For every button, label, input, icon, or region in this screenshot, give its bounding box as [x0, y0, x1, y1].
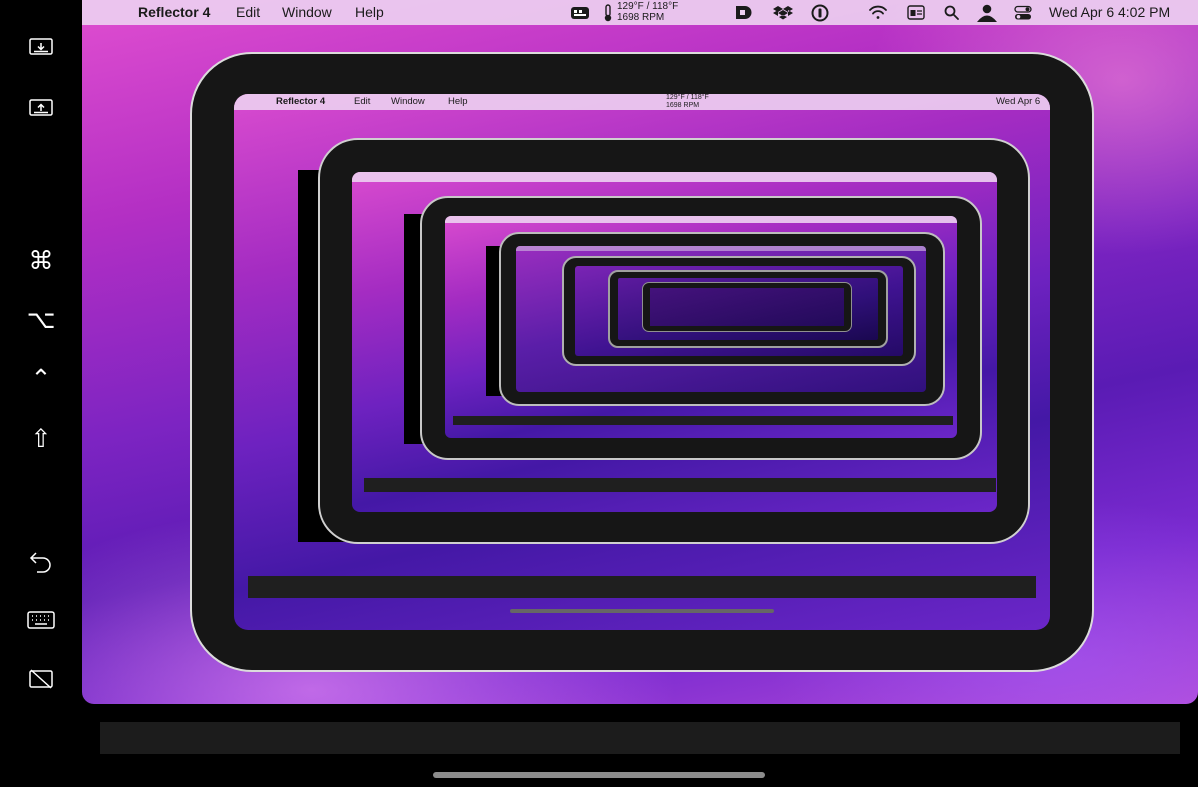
home-indicator[interactable] [433, 772, 765, 778]
command-key-icon: ⌘ [28, 245, 54, 275]
user-account-icon[interactable] [975, 4, 999, 22]
command-key-button[interactable]: ⌘ [20, 243, 62, 277]
mirrored-temperature-value: 129°F / 118°F [666, 94, 709, 101]
receive-screen-button[interactable] [20, 30, 62, 64]
hide-display-button[interactable] [20, 662, 62, 696]
control-key-icon: ⌃ [30, 363, 52, 393]
keyboard-button[interactable] [20, 603, 62, 637]
shift-key-icon: ⇧ [30, 423, 52, 453]
temperature-readout[interactable]: 129°F / 118°F 1698 RPM [617, 1, 678, 23]
mirrored-screen-8 [650, 288, 844, 326]
keyboard-icon [27, 611, 55, 629]
option-key-icon: ⌥ [26, 304, 56, 334]
send-screen-icon [29, 99, 53, 116]
mirrored-bottom-bar-4 [453, 416, 953, 425]
reflector-bottom-bar [100, 722, 1180, 754]
mirrored-menu-bar-5 [516, 246, 926, 251]
edit-menu[interactable]: Edit [236, 4, 260, 20]
control-center-icon[interactable] [1013, 4, 1033, 21]
undo-icon [29, 552, 51, 573]
mirrored-fan-rpm: 1698 RPM [666, 101, 700, 109]
mirrored-clock: Wed Apr 6 [996, 96, 1041, 107]
dropbox-icon[interactable] [772, 4, 794, 21]
mirrored-menu-bar-2: Reflector 4 Edit Window Help 129°F / 118… [234, 94, 1050, 110]
reflector-sidebar: ⌘ ⌥ ⌃ ⇧ [0, 0, 82, 787]
mirrored-home-indicator-2 [510, 609, 774, 613]
hide-display-icon [29, 669, 53, 689]
send-screen-button[interactable] [20, 91, 62, 125]
mirrored-window-menu: Window [391, 96, 425, 107]
d-app-icon[interactable] [734, 4, 754, 21]
mirrored-bottom-bar-3 [364, 478, 996, 492]
control-key-button[interactable]: ⌃ [20, 361, 62, 395]
input-menu-icon[interactable] [906, 4, 926, 21]
mirrored-menu-bar-3 [352, 172, 997, 182]
mirrored-edit-menu: Edit [354, 96, 371, 107]
onepassword-icon[interactable] [810, 4, 830, 21]
clock[interactable]: Wed Apr 6 4:02 PM [1049, 4, 1170, 20]
mirrored-help-menu: Help [448, 96, 468, 107]
shift-key-button[interactable]: ⇧ [20, 421, 62, 455]
temperature-value: 129°F / 118°F [617, 1, 679, 12]
mirrored-app-menu: Reflector 4 [276, 96, 326, 107]
option-key-button[interactable]: ⌥ [20, 302, 62, 336]
menu-bar: Reflector 4 Edit Window Help 129°F / 118… [82, 0, 1198, 25]
help-menu[interactable]: Help [355, 4, 384, 20]
receive-screen-icon [29, 38, 53, 55]
mirrored-screen: Reflector 4 Edit Window Help 129°F / 118… [82, 0, 1198, 704]
fan-rpm-value: 1698 RPM [617, 12, 665, 23]
mirrored-menu-bar-4 [445, 216, 957, 223]
window-menu[interactable]: Window [282, 4, 332, 20]
mirrored-bottom-bar-2 [248, 576, 1036, 598]
mirrored-temperature: 129°F / 118°F 1698 RPM [666, 94, 709, 109]
spotlight-search-icon[interactable] [942, 4, 960, 21]
thermometer-icon[interactable] [602, 3, 614, 21]
app-menu[interactable]: Reflector 4 [138, 4, 210, 20]
undo-button[interactable] [20, 544, 62, 578]
wifi-icon[interactable] [867, 4, 889, 21]
status-menu-icon[interactable] [569, 4, 591, 21]
